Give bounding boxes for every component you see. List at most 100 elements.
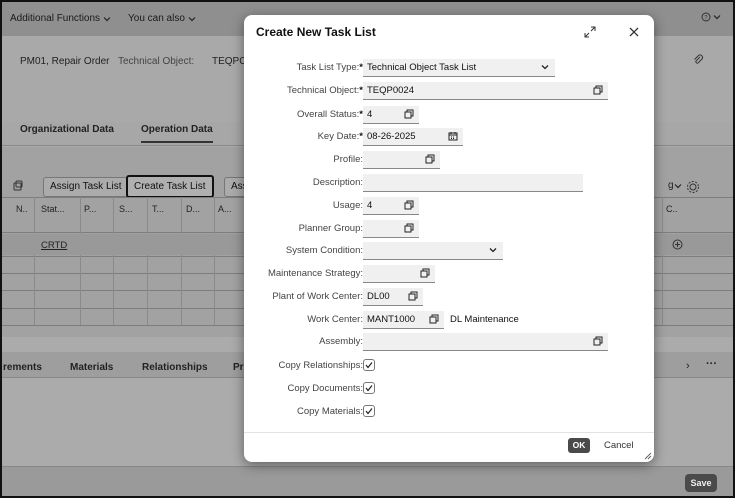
tab-materials[interactable]: Materials — [70, 362, 113, 373]
maintenance-strategy-label: Maintenance Strategy: — [267, 268, 363, 279]
cancel-button[interactable]: Cancel — [604, 440, 634, 451]
close-icon[interactable] — [629, 27, 639, 37]
description-row: Description: — [244, 174, 654, 192]
task-list-type-value: Technical Object Task List — [367, 62, 477, 73]
additional-functions-menu[interactable]: Additional Functions — [10, 13, 111, 24]
dialog-title: Create New Task List — [256, 25, 376, 39]
technical-object-label: Technical Object: — [118, 56, 195, 67]
next-tab-icon[interactable]: › — [686, 360, 690, 372]
task-list-type-select[interactable]: Technical Object Task List — [363, 59, 555, 77]
value-help-icon[interactable] — [404, 223, 414, 233]
grid-line — [34, 197, 35, 325]
usage-label: Usage: — [332, 200, 363, 211]
chevron-down-icon — [541, 65, 549, 70]
planner-group-label: Planner Group: — [298, 223, 363, 234]
technical-object-input[interactable]: TEQP0024 — [363, 82, 608, 100]
value-help-icon[interactable] — [425, 154, 435, 164]
expand-icon[interactable] — [584, 26, 596, 38]
settings-icon[interactable] — [686, 180, 700, 194]
col-t: T... — [152, 204, 165, 214]
row-status-link[interactable]: CRTD — [41, 240, 67, 251]
overall-status-label: Overall Status:* — [296, 109, 363, 120]
maintenance-strategy-row: Maintenance Strategy: — [244, 265, 654, 283]
chevron-down-icon — [489, 248, 497, 253]
help-icon: ? — [701, 12, 711, 22]
tab-pr[interactable]: Pr — [233, 362, 244, 373]
footer-bar — [2, 466, 733, 496]
tab-requirements[interactable]: rements — [3, 362, 42, 373]
work-center-input[interactable]: MANT1000 — [363, 311, 444, 329]
overall-status-row: Overall Status:* 4 — [244, 106, 654, 124]
col-c: C.. — [666, 204, 678, 214]
col-status: Stat... — [41, 204, 65, 214]
maintenance-strategy-input[interactable] — [363, 265, 435, 283]
ok-button[interactable]: OK — [568, 438, 590, 453]
planner-group-input[interactable] — [363, 220, 419, 238]
grid-line — [181, 197, 182, 325]
key-date-row: Key Date:* 08-26-2025 — [244, 128, 654, 146]
more-icon[interactable]: ··· — [706, 358, 717, 370]
tab-operation-data[interactable]: Operation Data — [141, 124, 213, 143]
planner-group-row: Planner Group: — [244, 220, 654, 238]
assembly-row: Assembly: — [244, 333, 654, 351]
plant-of-work-center-input[interactable]: DL00 — [363, 288, 423, 306]
resize-handle-icon[interactable] — [643, 451, 652, 460]
usage-value: 4 — [367, 200, 373, 211]
col-d: D... — [186, 204, 201, 214]
system-condition-label: System Condition: — [285, 245, 363, 256]
work-center-label: Work Center: — [307, 314, 363, 325]
value-help-icon[interactable] — [593, 85, 603, 95]
tab-organizational-data[interactable]: Organizational Data — [20, 124, 114, 135]
copy-relationships-row: Copy Relationships: — [244, 357, 654, 375]
task-list-type-row: Task List Type:* Technical Object Task L… — [244, 59, 654, 77]
value-help-icon[interactable] — [408, 291, 418, 301]
help-menu[interactable]: ? — [701, 12, 721, 22]
view-dropdown[interactable]: g — [668, 180, 682, 191]
system-condition-select[interactable] — [363, 242, 503, 260]
assign-task-list-button[interactable]: Assign Task List — [43, 177, 129, 197]
value-help-icon[interactable] — [404, 109, 414, 119]
grid-line — [113, 197, 114, 325]
profile-input[interactable] — [363, 151, 440, 169]
task-list-type-label: Task List Type:* — [296, 62, 363, 73]
overall-status-input[interactable]: 4 — [363, 106, 419, 124]
assembly-input[interactable] — [363, 333, 608, 351]
add-circle-icon[interactable] — [672, 239, 683, 250]
overall-status-value: 4 — [367, 109, 373, 120]
value-help-icon[interactable] — [593, 336, 603, 346]
attachment-icon[interactable] — [692, 54, 704, 66]
value-help-icon[interactable] — [429, 314, 439, 324]
col-p: P... — [84, 204, 97, 214]
work-center-description: DL Maintenance — [450, 314, 519, 325]
plant-of-work-center-label: Plant of Work Center: — [272, 291, 363, 302]
copy-documents-checkbox[interactable] — [363, 382, 375, 394]
profile-row: Profile: — [244, 151, 654, 169]
create-task-list-button[interactable]: Create Task List — [126, 175, 214, 198]
calendar-icon[interactable] — [448, 131, 458, 141]
grid-line — [80, 197, 81, 325]
value-help-icon[interactable] — [404, 200, 414, 210]
order-type: PM01, Repair Order — [20, 56, 110, 67]
plant-of-work-center-row: Plant of Work Center: DL00 — [244, 288, 654, 306]
additional-functions-label: Additional Functions — [10, 13, 101, 24]
tab-relationships[interactable]: Relationships — [142, 362, 208, 373]
checkmark-icon — [365, 385, 373, 392]
assembly-label: Assembly: — [319, 336, 363, 347]
save-button[interactable]: Save — [685, 474, 717, 492]
value-help-icon[interactable] — [420, 268, 430, 278]
you-can-also-menu[interactable]: You can also — [128, 13, 196, 24]
usage-input[interactable]: 4 — [363, 197, 419, 215]
copy-materials-checkbox[interactable] — [363, 405, 375, 417]
copy-icon[interactable] — [12, 180, 24, 192]
copy-documents-row: Copy Documents: — [244, 380, 654, 398]
copy-materials-row: Copy Materials: — [244, 403, 654, 421]
copy-relationships-label: Copy Relationships: — [278, 360, 364, 371]
description-input[interactable] — [363, 174, 583, 192]
col-a: A... — [218, 204, 232, 214]
key-date-input[interactable]: 08-26-2025 — [363, 128, 463, 146]
copy-documents-label: Copy Documents: — [287, 383, 363, 394]
create-task-list-dialog: Create New Task List Task List Type:* Te… — [244, 15, 654, 462]
copy-relationships-checkbox[interactable] — [363, 359, 375, 371]
copy-materials-label: Copy Materials: — [297, 406, 363, 417]
profile-label: Profile: — [333, 154, 363, 165]
